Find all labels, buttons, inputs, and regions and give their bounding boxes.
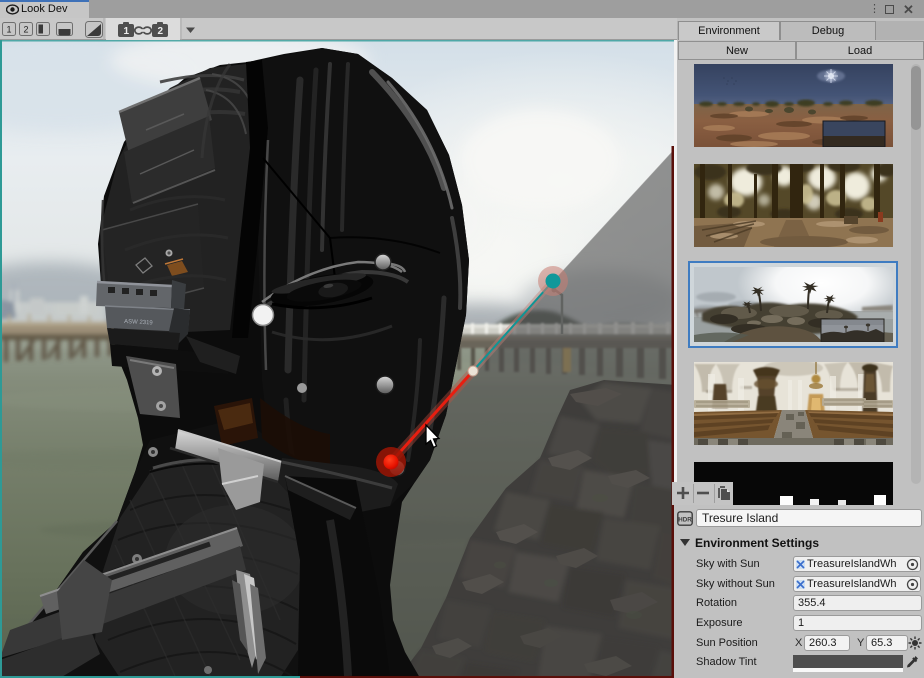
svg-text:1: 1 (6, 25, 11, 35)
svg-text:HDR: HDR (678, 517, 692, 524)
svg-text:2: 2 (23, 25, 28, 35)
svg-text:2: 2 (158, 26, 164, 37)
svg-text:1: 1 (124, 26, 130, 37)
